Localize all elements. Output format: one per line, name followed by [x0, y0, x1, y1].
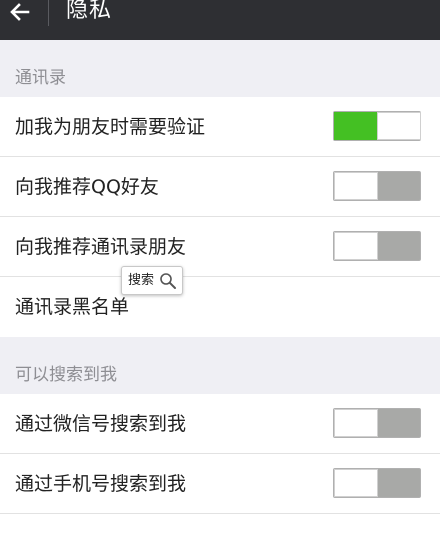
top-bar: 隐私	[0, 0, 440, 40]
group-searchable: 通过微信号搜索到我 通过手机号搜索到我	[0, 394, 440, 533]
row-label: 加我为朋友时需要验证	[15, 116, 206, 138]
tooltip-label: 搜索	[128, 273, 155, 288]
row-recommend-qq-friends[interactable]: 向我推荐QQ好友	[0, 157, 440, 217]
section-header-searchable: 可以搜索到我	[15, 365, 117, 385]
group-contacts: 加我为朋友时需要验证 向我推荐QQ好友 向我推荐通讯录朋友 通讯录黑名单	[0, 97, 440, 337]
row-label: 通讯录黑名单	[15, 296, 130, 318]
row-search-by-wechat-id[interactable]: 通过微信号搜索到我	[0, 394, 440, 454]
back-button[interactable]	[6, 0, 36, 28]
row-search-by-phone[interactable]: 通过手机号搜索到我	[0, 454, 440, 514]
toggle-search-by-phone[interactable]	[333, 468, 421, 498]
toggle-require-verification[interactable]	[333, 111, 421, 141]
section-header-contacts: 通讯录	[15, 68, 66, 88]
toggle-recommend-contacts[interactable]	[333, 231, 421, 261]
search-tooltip[interactable]: 搜索	[121, 266, 183, 295]
toggle-knob	[334, 409, 378, 437]
page-title: 隐私	[66, 0, 113, 23]
toggle-knob	[377, 112, 421, 140]
row-label: 通过微信号搜索到我	[15, 413, 187, 435]
magnifier-icon	[160, 273, 176, 289]
row-label: 向我推荐QQ好友	[15, 176, 159, 198]
toggle-recommend-qq-friends[interactable]	[333, 171, 421, 201]
back-arrow-icon	[10, 3, 30, 21]
toggle-search-by-wechat-id[interactable]	[333, 408, 421, 438]
header-divider	[48, 0, 49, 26]
toggle-knob	[334, 232, 378, 260]
toggle-knob	[334, 172, 378, 200]
toggle-fill	[334, 112, 378, 140]
row-label: 通过手机号搜索到我	[15, 473, 187, 495]
row-recommend-contacts[interactable]: 向我推荐通讯录朋友	[0, 217, 440, 277]
toggle-knob	[334, 469, 378, 497]
row-require-verification[interactable]: 加我为朋友时需要验证	[0, 97, 440, 157]
row-blacklist[interactable]: 通讯录黑名单	[0, 277, 440, 337]
